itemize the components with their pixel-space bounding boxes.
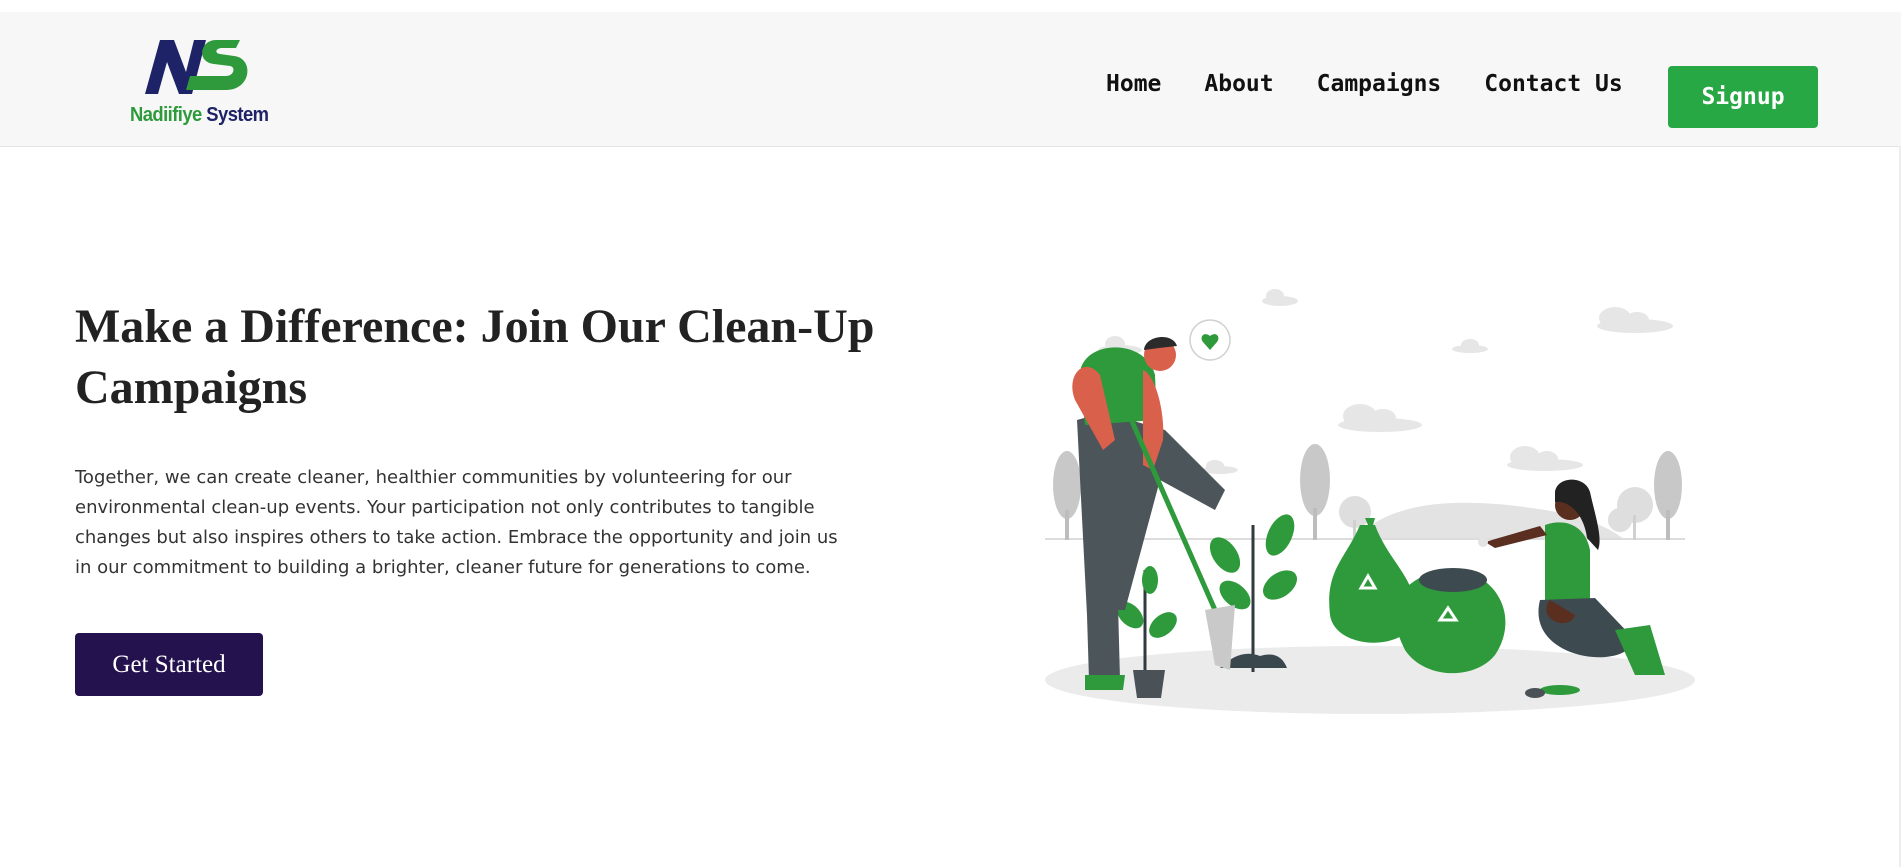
main-nav: Home About Campaigns Contact Us bbox=[1106, 71, 1666, 97]
hero-title: Make a Difference: Join Our Clean-Up Cam… bbox=[75, 300, 875, 414]
get-started-button[interactable]: Get Started bbox=[75, 633, 263, 696]
nav-about-link[interactable]: About bbox=[1204, 71, 1273, 97]
nav-campaigns-link[interactable]: Campaigns bbox=[1317, 71, 1442, 97]
nav-home-link[interactable]: Home bbox=[1106, 71, 1161, 97]
logo-word-1: Nadiifiye bbox=[130, 104, 202, 126]
navbar: Nadiifiye System Home About Campaigns Co… bbox=[0, 12, 1901, 147]
logo-word-2: System bbox=[206, 104, 269, 126]
signup-button[interactable]: Signup bbox=[1668, 66, 1818, 128]
cleanup-volunteers-illustration bbox=[1045, 289, 1695, 714]
logo-wordmark: Nadiifiye System bbox=[130, 104, 269, 127]
ns-logo-mark bbox=[145, 40, 248, 94]
nav-contact-link[interactable]: Contact Us bbox=[1484, 71, 1622, 97]
hero-description: Together, we can create cleaner, healthi… bbox=[75, 467, 838, 578]
brand-logo[interactable]: Nadiifiye System bbox=[130, 32, 270, 137]
